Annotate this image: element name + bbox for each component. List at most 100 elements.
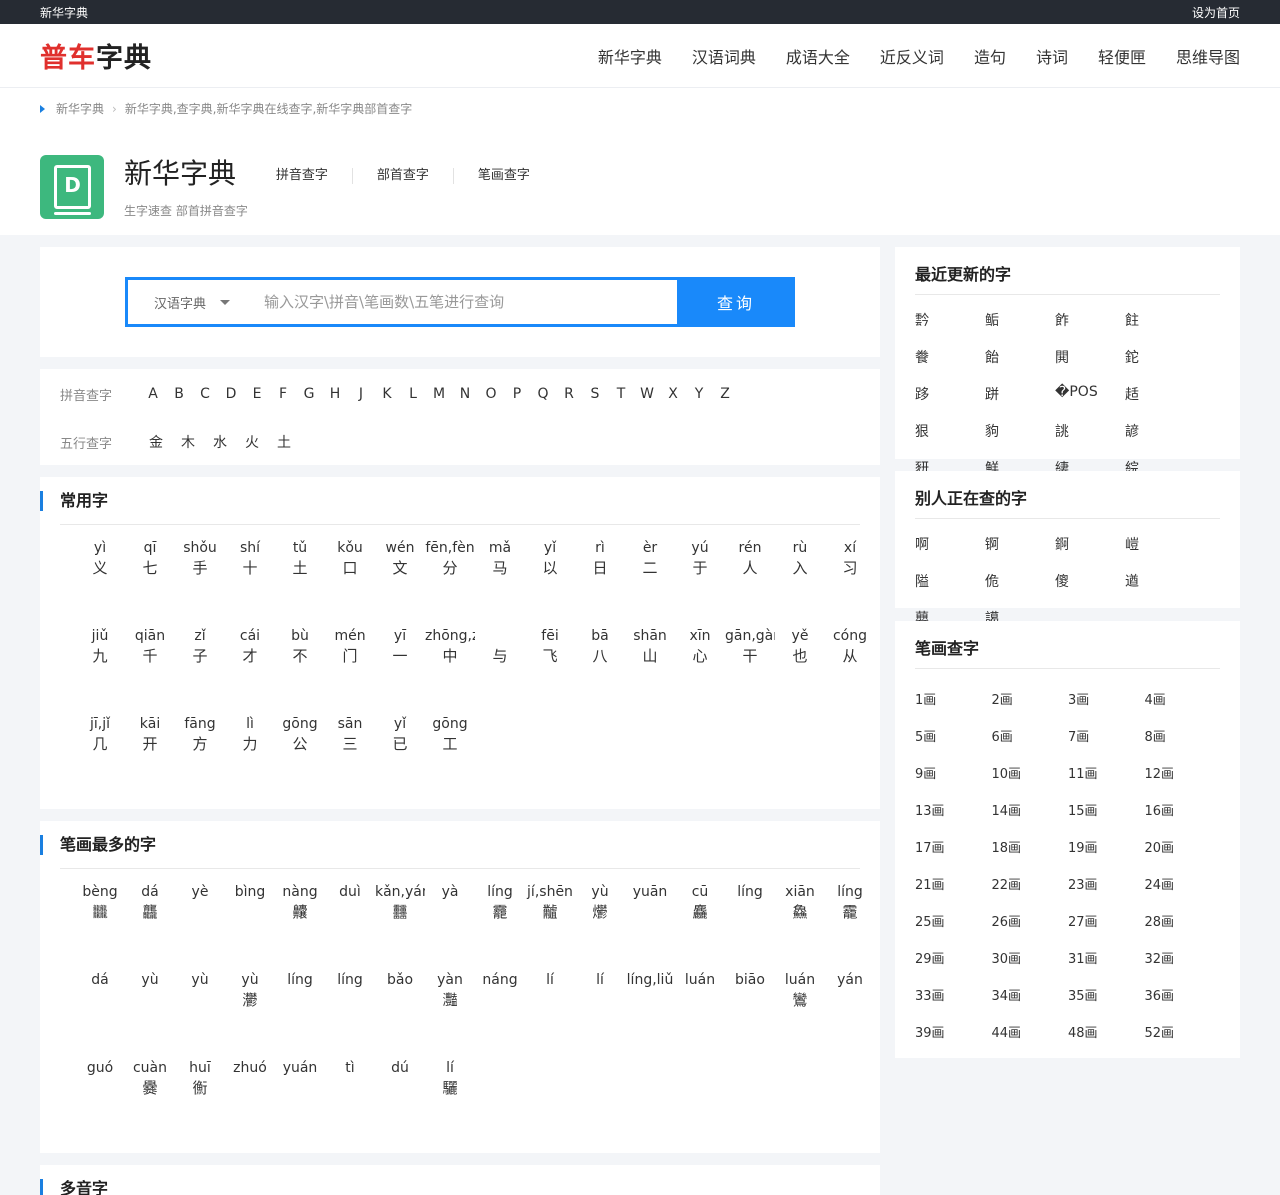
stroke-count-link[interactable]: 33画 [915, 985, 992, 1022]
nav-link[interactable]: 成语大全 [786, 44, 850, 68]
char-item[interactable]: huī 𢖍 [175, 1059, 225, 1147]
char-item[interactable]: gōng 公 [275, 715, 325, 803]
char-item[interactable]: lí 驪 [425, 1059, 475, 1147]
char-item[interactable]: dú 𤃵 [375, 1059, 425, 1147]
searched-char-link[interactable]: 錒 [1055, 534, 1125, 571]
char-item[interactable]: shān 山 [625, 627, 675, 715]
stroke-count-link[interactable]: 19画 [1068, 837, 1145, 874]
stroke-count-link[interactable]: 35画 [1068, 985, 1145, 1022]
stroke-count-link[interactable]: 10画 [992, 763, 1069, 800]
char-item[interactable]: bù 不 [275, 627, 325, 715]
pinyin-letter-link[interactable]: G [296, 386, 322, 402]
stroke-count-link[interactable]: 39画 [915, 1022, 992, 1059]
char-item[interactable]: zǐ 子 [175, 627, 225, 715]
stroke-count-link[interactable]: 21画 [915, 874, 992, 911]
pinyin-letter-link[interactable]: W [634, 386, 660, 402]
pinyin-letter-link[interactable]: D [218, 386, 244, 402]
char-item[interactable]: rù 入 [775, 539, 825, 627]
char-item[interactable]: yǐ 以 [525, 539, 575, 627]
char-item[interactable]: yù 灪 [225, 971, 275, 1059]
char-item[interactable]: yú 于 [675, 539, 725, 627]
radical-lookup-link[interactable]: 部首查字 [377, 168, 454, 184]
pinyin-letter-link[interactable]: L [400, 386, 426, 402]
recent-char-link[interactable]: 餋 [915, 347, 985, 384]
stroke-count-link[interactable]: 8画 [1145, 726, 1222, 763]
recent-char-link[interactable]: 飳 [1125, 310, 1195, 347]
searched-char-link[interactable]: 锕 [985, 534, 1055, 571]
stroke-count-link[interactable]: 44画 [992, 1022, 1069, 1059]
char-item[interactable]: xí 习 [825, 539, 875, 627]
nav-link[interactable]: 造句 [974, 44, 1006, 68]
searched-char-link[interactable]: 嵦 [1125, 534, 1195, 571]
pinyin-letter-link[interactable]: F [270, 386, 296, 402]
searched-char-link[interactable]: 遒 [1125, 571, 1195, 608]
char-item[interactable]: kǎn,yán 䨻 [375, 883, 425, 971]
recent-char-link[interactable]: 鉈 [1125, 347, 1195, 384]
char-item[interactable]: lì 力 [225, 715, 275, 803]
stroke-count-link[interactable]: 11画 [1068, 763, 1145, 800]
recent-char-link[interactable]: 霒 [915, 310, 985, 347]
char-item[interactable]: cóng 从 [825, 627, 875, 715]
stroke-count-link[interactable]: 16画 [1145, 800, 1222, 837]
wuxing-link[interactable]: 火 [236, 432, 268, 452]
char-item[interactable]: gān,gàn 干 [725, 627, 775, 715]
recent-char-link[interactable]: 飵 [1055, 310, 1125, 347]
char-item[interactable]: kǒu 口 [325, 539, 375, 627]
recent-char-link[interactable]: 跢 [915, 384, 985, 421]
wuxing-link[interactable]: 水 [204, 432, 236, 452]
searched-char-link[interactable]: 傻 [1055, 571, 1125, 608]
stroke-lookup-link[interactable]: 笔画查字 [478, 168, 554, 184]
pinyin-letter-link[interactable]: Z [712, 386, 738, 402]
recent-char-link[interactable]: 鲘 [985, 310, 1055, 347]
char-item[interactable]: yàn 灩 [425, 971, 475, 1059]
char-item[interactable]: yī 一 [375, 627, 425, 715]
char-item[interactable]: shǒu 手 [175, 539, 225, 627]
stroke-count-link[interactable]: 36画 [1145, 985, 1222, 1022]
stroke-count-link[interactable]: 34画 [992, 985, 1069, 1022]
char-item[interactable]: yán 𪓿 [825, 971, 875, 1059]
char-item[interactable]: yù 爩 [575, 883, 625, 971]
stroke-count-link[interactable]: 3画 [1068, 689, 1145, 726]
char-item[interactable]: dá 𩀘 [75, 971, 125, 1059]
char-item[interactable]: nàng 齉 [275, 883, 325, 971]
pinyin-letter-link[interactable]: J [348, 386, 374, 402]
char-item[interactable]: zhuó 𥶵 [225, 1059, 275, 1147]
nav-link[interactable]: 新华字典 [598, 44, 662, 68]
char-item[interactable]: duì 𪚾 [325, 883, 375, 971]
stroke-count-link[interactable]: 14画 [992, 800, 1069, 837]
stroke-count-link[interactable]: 2画 [992, 689, 1069, 726]
char-item[interactable]: yù 𩎟 [125, 971, 175, 1059]
wuxing-link[interactable]: 金 [140, 432, 172, 452]
char-item[interactable]: bìng 𪚴 [225, 883, 275, 971]
char-item[interactable]: xīn 心 [675, 627, 725, 715]
char-item[interactable]: biāo 𩙣 [725, 971, 775, 1059]
char-item[interactable]: mén 门 [325, 627, 375, 715]
searched-char-link[interactable]: 啊 [915, 534, 985, 571]
char-item[interactable]: yuán 𠫤 [275, 1059, 325, 1147]
stroke-count-link[interactable]: 13画 [915, 800, 992, 837]
pinyin-letter-link[interactable]: H [322, 386, 348, 402]
stroke-count-link[interactable]: 28画 [1145, 911, 1222, 948]
char-item[interactable]: bèng 𪚥 [75, 883, 125, 971]
char-item[interactable]: èr 二 [625, 539, 675, 627]
recent-char-link[interactable]: 趏 [1125, 384, 1195, 421]
wuxing-link[interactable]: 土 [268, 432, 300, 452]
breadcrumb-home[interactable]: 新华字典 [56, 100, 104, 117]
char-item[interactable]: shí 十 [225, 539, 275, 627]
stroke-count-link[interactable]: 18画 [992, 837, 1069, 874]
stroke-count-link[interactable]: 31画 [1068, 948, 1145, 985]
char-item[interactable]: dá 龘 [125, 883, 175, 971]
pinyin-letter-link[interactable]: O [478, 386, 504, 402]
searched-char-link[interactable]: 佹 [985, 571, 1055, 608]
stroke-count-link[interactable]: 4画 [1145, 689, 1222, 726]
stroke-count-link[interactable]: 25画 [915, 911, 992, 948]
stroke-count-link[interactable]: 9画 [915, 763, 992, 800]
stroke-count-link[interactable]: 24画 [1145, 874, 1222, 911]
recent-char-link[interactable]: �POS [1055, 384, 1125, 421]
stroke-count-link[interactable]: 30画 [992, 948, 1069, 985]
stroke-count-link[interactable]: 6画 [992, 726, 1069, 763]
stroke-count-link[interactable]: 32画 [1145, 948, 1222, 985]
char-item[interactable]: jiǔ 九 [75, 627, 125, 715]
pinyin-letter-link[interactable]: R [556, 386, 582, 402]
nav-link[interactable]: 汉语词典 [692, 44, 756, 68]
